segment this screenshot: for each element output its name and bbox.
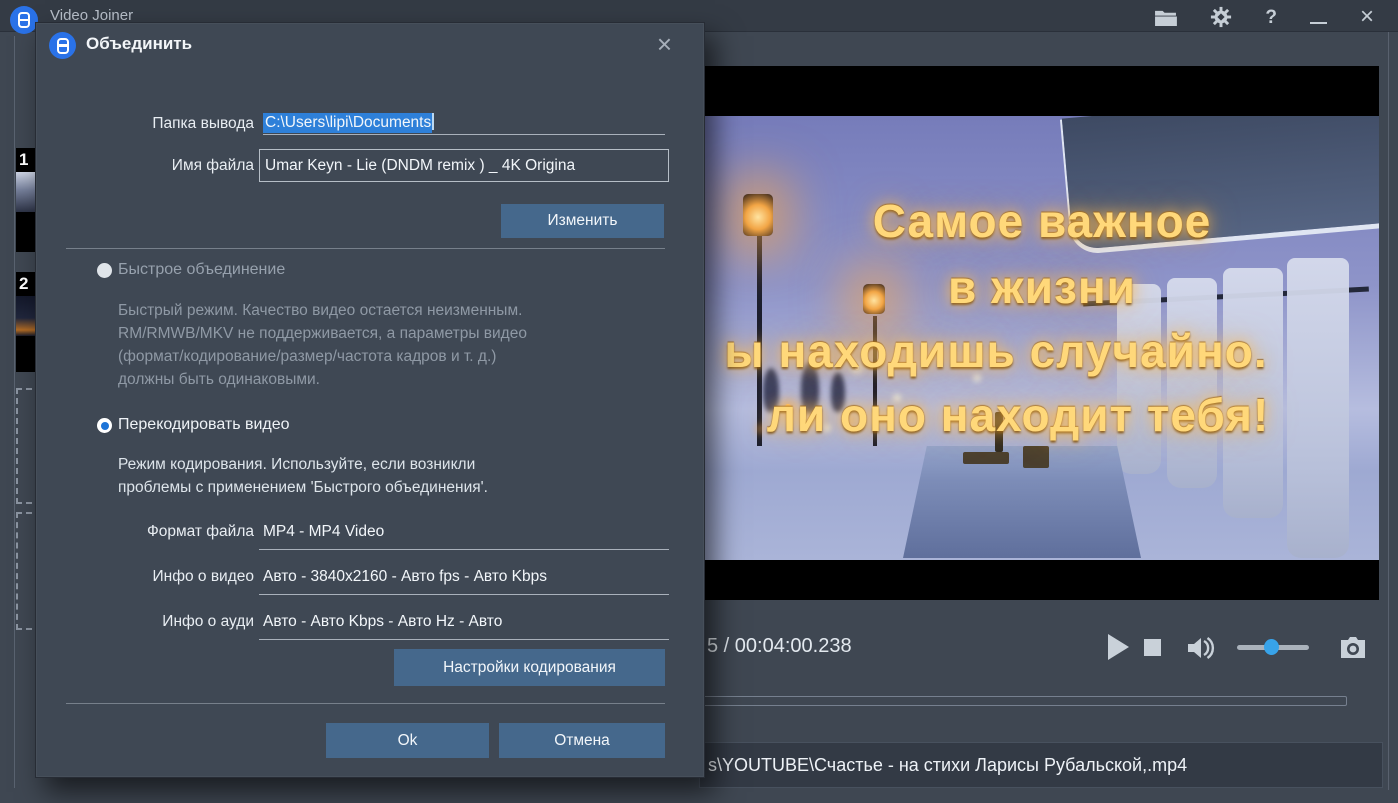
cancel-button[interactable]: Отмена — [499, 723, 665, 758]
audio-info-label: Инфо о ауди — [76, 613, 254, 631]
encoding-settings-button[interactable]: Настройки кодирования — [394, 649, 665, 686]
separator — [66, 703, 665, 704]
file-format-value[interactable]: MP4 - MP4 Video — [263, 523, 384, 541]
output-folder-label: Папка вывода — [76, 115, 254, 133]
video-overlay-text: ы находишь случайно. — [705, 324, 1333, 378]
video-info-label: Инфо о видео — [76, 568, 254, 586]
file-name-input[interactable]: Umar Keyn - Lie (DNDM remix ) _ 4K Origi… — [259, 149, 669, 182]
playlist-panel-border — [14, 36, 15, 788]
volume-slider-thumb[interactable] — [1264, 639, 1279, 655]
separator — [66, 248, 665, 249]
file-format-label: Формат файла — [76, 523, 254, 541]
audio-info-value[interactable]: Авто - Авто Kbps - Авто Hz - Авто — [263, 613, 502, 631]
volume-icon[interactable] — [1186, 636, 1218, 660]
status-bar: s\YOUTUBE\Счастье - на стихи Ларисы Руба… — [699, 742, 1383, 788]
fast-join-description: RM/RMWB/MKV не поддерживается, а парамет… — [118, 322, 527, 345]
video-info-value[interactable]: Авто - 3840x2160 - Авто fps - Авто Kbps — [263, 568, 547, 586]
join-dialog: Объединить × Папка вывода C:\Users\lipi\… — [35, 22, 705, 778]
playlist-item-index: 1 — [19, 150, 28, 170]
fast-join-description: (формат/кодирование/размер/частота кадро… — [118, 345, 496, 368]
open-folder-icon[interactable] — [1154, 8, 1177, 27]
field-underline — [259, 594, 669, 595]
gear-icon[interactable] — [1210, 6, 1232, 28]
fast-join-description: должны быть одинаковыми. — [118, 368, 320, 391]
table-item — [1023, 446, 1049, 468]
text-cursor — [432, 113, 434, 130]
video-preview[interactable]: Самое важное в жизни ы находишь случайно… — [705, 66, 1379, 600]
field-underline — [259, 549, 669, 550]
selected-text: C:\Users\lipi\Documents — [263, 113, 432, 133]
dialog-logo-icon — [49, 32, 76, 59]
video-overlay-text: ли оно находит тебя! — [705, 388, 1355, 442]
snapshot-camera-icon[interactable] — [1340, 636, 1366, 659]
reencode-description: проблемы с применением 'Быстрого объедин… — [118, 476, 488, 499]
field-underline — [263, 134, 665, 135]
time-display: 5 / 00:04:00.238 — [707, 635, 852, 658]
dialog-close-icon[interactable]: × — [657, 31, 672, 57]
window-close-icon[interactable]: × — [1360, 5, 1374, 29]
file-name-label: Имя файла — [76, 157, 254, 175]
current-file-path: s\YOUTUBE\Счастье - на стихи Ларисы Руба… — [700, 755, 1187, 776]
radio-reencode-label[interactable]: Перекодировать видео — [118, 416, 290, 434]
radio-fast-join-label[interactable]: Быстрое объединение — [118, 261, 285, 279]
video-overlay-text: Самое важное — [705, 194, 1379, 248]
radio-reencode[interactable] — [97, 418, 112, 433]
fast-join-description: Быстрый режим. Качество видео остается н… — [118, 299, 522, 322]
change-button[interactable]: Изменить — [501, 204, 664, 238]
playlist-item-index: 2 — [19, 274, 28, 294]
file-name-value: Umar Keyn - Lie (DNDM remix ) _ 4K Origi… — [260, 150, 668, 181]
app-logo-icon — [10, 6, 38, 34]
window-border — [1388, 32, 1389, 790]
reencode-description: Режим кодирования. Используйте, если воз… — [118, 453, 475, 476]
market-table — [903, 446, 1141, 558]
film-icon — [18, 12, 30, 28]
field-underline — [259, 639, 669, 640]
play-button[interactable] — [1108, 634, 1129, 660]
table-item — [963, 452, 1009, 464]
video-overlay-text: в жизни — [705, 260, 1379, 314]
radio-fast-join[interactable] — [97, 263, 112, 278]
ok-button[interactable]: Ok — [326, 723, 489, 758]
minimize-icon[interactable] — [1310, 22, 1327, 24]
help-icon[interactable]: ? — [1265, 8, 1277, 27]
output-folder-input[interactable]: C:\Users\lipi\Documents — [263, 113, 434, 132]
app-window: Video Joiner ? — [0, 0, 1398, 803]
seek-bar[interactable] — [699, 696, 1347, 706]
dialog-title: Объединить — [86, 34, 192, 54]
stop-button[interactable] — [1144, 639, 1161, 656]
film-icon — [57, 38, 69, 54]
